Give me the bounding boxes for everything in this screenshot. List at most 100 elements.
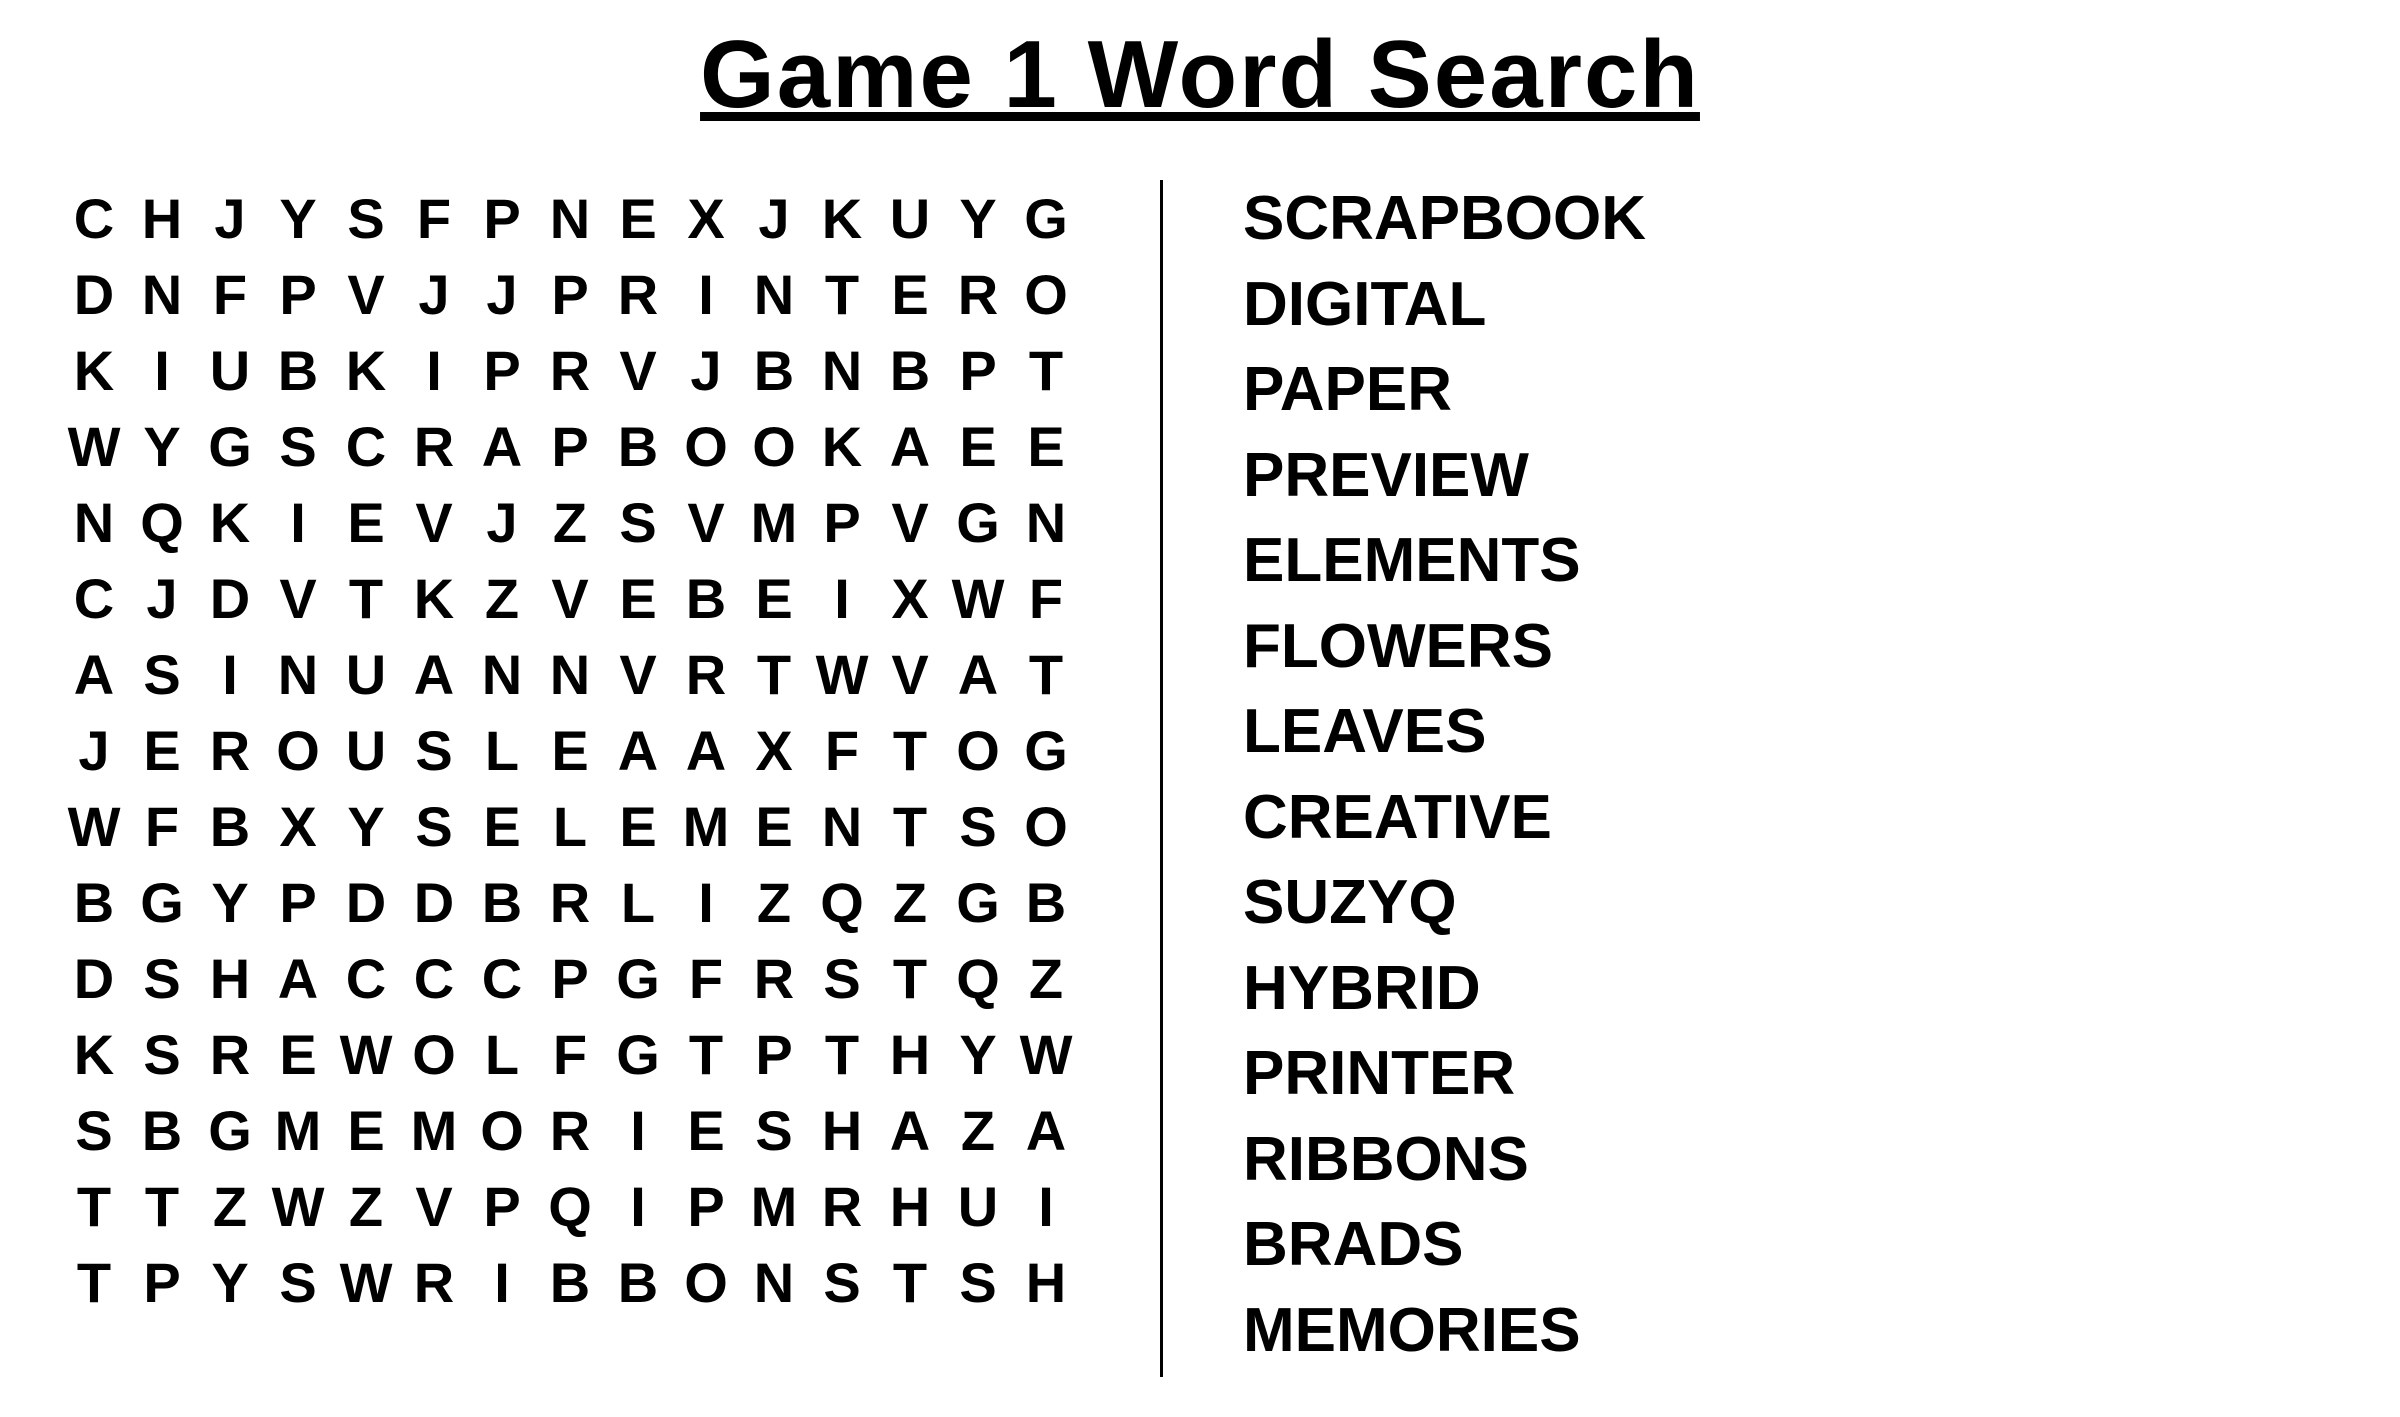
page-title: Game 1 Word Search (700, 20, 1700, 130)
grid-cell: V (536, 560, 604, 636)
grid-cell: E (604, 180, 672, 256)
grid-cell: S (128, 636, 196, 712)
grid-row: SBGMEMORIESHAZA (60, 1092, 1080, 1168)
grid-cell: V (332, 256, 400, 332)
grid-cell: P (808, 484, 876, 560)
grid-cell: Z (196, 1168, 264, 1244)
grid-row: KSREWOLFGTPTHYW (60, 1016, 1080, 1092)
grid-cell: E (740, 560, 808, 636)
grid-cell: H (1012, 1244, 1080, 1320)
grid-cell: S (400, 712, 468, 788)
grid-cell: O (1012, 788, 1080, 864)
grid-cell: U (332, 712, 400, 788)
grid-cell: S (60, 1092, 128, 1168)
grid-cell: T (128, 1168, 196, 1244)
grid-cell: M (264, 1092, 332, 1168)
grid-cell: E (536, 712, 604, 788)
grid-cell: S (808, 1244, 876, 1320)
grid-cell: P (536, 408, 604, 484)
grid-cell: G (1012, 712, 1080, 788)
grid-cell: T (1012, 332, 1080, 408)
grid-cell: D (332, 864, 400, 940)
word-list-item: SCRAPBOOK (1243, 180, 2340, 258)
grid-cell: I (604, 1092, 672, 1168)
grid-cell: T (808, 256, 876, 332)
grid-cell: B (740, 332, 808, 408)
grid-cell: K (60, 332, 128, 408)
grid-cell: N (536, 636, 604, 712)
grid-cell: I (128, 332, 196, 408)
word-list-item: DIGITAL (1243, 266, 2340, 344)
grid-cell: P (264, 256, 332, 332)
grid-cell: P (468, 332, 536, 408)
grid-cell: O (1012, 256, 1080, 332)
grid-cell: C (60, 180, 128, 256)
grid-row: BGYPDDBRLIZQZGB (60, 864, 1080, 940)
grid-cell: Q (808, 864, 876, 940)
grid-cell: S (944, 788, 1012, 864)
grid-cell: G (196, 1092, 264, 1168)
grid-cell: Y (944, 180, 1012, 256)
grid-cell: G (944, 484, 1012, 560)
grid-cell: R (400, 1244, 468, 1320)
grid-cell: V (604, 332, 672, 408)
grid-cell: B (196, 788, 264, 864)
grid-cell: G (604, 1016, 672, 1092)
grid-cell: K (808, 180, 876, 256)
grid-cell: B (468, 864, 536, 940)
grid-cell: J (400, 256, 468, 332)
grid-cell: J (468, 484, 536, 560)
grid-cell: O (400, 1016, 468, 1092)
grid-cell: F (536, 1016, 604, 1092)
word-list-item: ELEMENTS (1243, 522, 2340, 600)
grid-cell: O (468, 1092, 536, 1168)
grid-cell: O (944, 712, 1012, 788)
grid-cell: Y (944, 1016, 1012, 1092)
grid-cell: P (264, 864, 332, 940)
grid-cell: R (536, 332, 604, 408)
grid-cell: K (808, 408, 876, 484)
grid-cell: N (808, 332, 876, 408)
grid-cell: G (944, 864, 1012, 940)
grid-cell: V (876, 636, 944, 712)
grid-cell: E (740, 788, 808, 864)
grid-cell: N (740, 256, 808, 332)
grid-row: DNFPVJJPRINTERO (60, 256, 1080, 332)
grid-cell: I (264, 484, 332, 560)
grid-cell: D (400, 864, 468, 940)
grid-cell: S (808, 940, 876, 1016)
grid-cell: D (60, 256, 128, 332)
grid-cell: U (876, 180, 944, 256)
grid-cell: Q (536, 1168, 604, 1244)
grid-cell: S (128, 940, 196, 1016)
word-list: SCRAPBOOKDIGITALPAPERPREVIEWELEMENTSFLOW… (1183, 180, 2340, 1377)
grid-cell: K (196, 484, 264, 560)
grid-cell: N (808, 788, 876, 864)
grid-cell: S (264, 408, 332, 484)
grid-cell: X (672, 180, 740, 256)
word-list-item: PREVIEW (1243, 437, 2340, 515)
grid-cell: Q (128, 484, 196, 560)
grid-cell: F (1012, 560, 1080, 636)
grid-cell: F (128, 788, 196, 864)
word-list-item: CREATIVE (1243, 779, 2340, 857)
grid-cell: Z (1012, 940, 1080, 1016)
grid-cell: A (60, 636, 128, 712)
grid-cell: D (196, 560, 264, 636)
grid-row: WFBXYSELEMENTSO (60, 788, 1080, 864)
grid-cell: H (196, 940, 264, 1016)
grid-cell: X (740, 712, 808, 788)
grid-cell: K (400, 560, 468, 636)
grid-cell: E (672, 1092, 740, 1168)
grid-row: CHJYSFPNEXJKUYG (60, 180, 1080, 256)
grid-cell: W (60, 408, 128, 484)
grid-cell: I (1012, 1168, 1080, 1244)
grid-row: TTZWZVPQIPMRHUI (60, 1168, 1080, 1244)
word-list-item: BRADS (1243, 1206, 2340, 1284)
grid-cell: H (128, 180, 196, 256)
grid-cell: W (1012, 1016, 1080, 1092)
grid-cell: S (944, 1244, 1012, 1320)
word-list-item: RIBBONS (1243, 1121, 2340, 1199)
grid-cell: Z (536, 484, 604, 560)
grid-row: WYGSCRAPBOOKAEE (60, 408, 1080, 484)
